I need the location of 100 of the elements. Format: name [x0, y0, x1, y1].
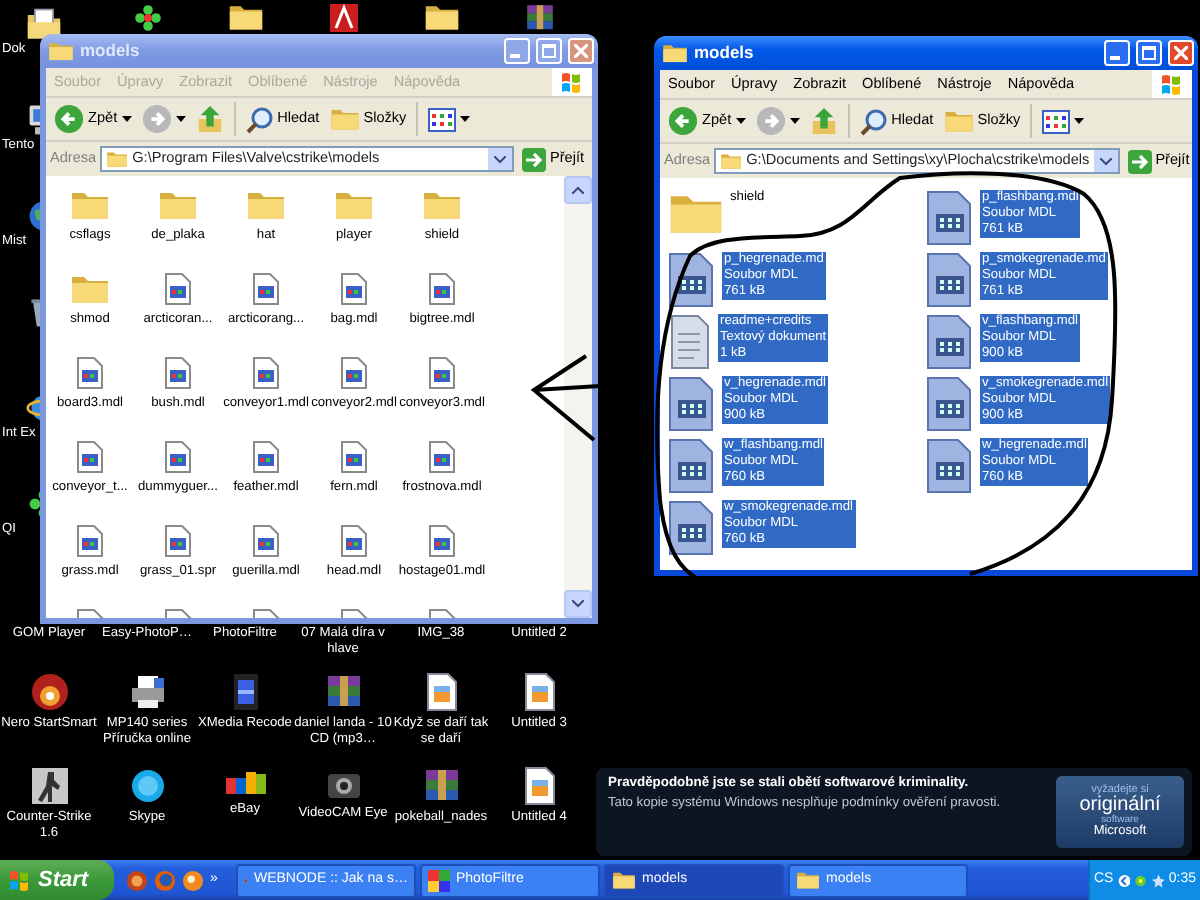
grid-icon	[428, 107, 457, 131]
figure-icon	[29, 766, 69, 806]
file-icon	[428, 524, 456, 558]
file-icon	[252, 272, 280, 306]
window-title: models	[694, 43, 756, 63]
up-arrow-icon	[809, 106, 838, 136]
views-button[interactable]	[1038, 107, 1089, 135]
folder-icon	[70, 272, 110, 306]
round-app-icon	[182, 869, 204, 891]
folder-icon	[720, 152, 743, 170]
caret-icon	[460, 116, 471, 122]
file-icon	[164, 356, 192, 390]
grid-icon	[1042, 109, 1071, 133]
caret-icon	[572, 186, 584, 194]
scroll-down-button[interactable]	[564, 590, 592, 618]
books-icon	[523, 2, 555, 34]
file-icon	[252, 524, 280, 558]
close-icon	[1174, 46, 1188, 60]
title-bar[interactable]: models	[654, 36, 1198, 70]
maximize-icon	[1142, 46, 1156, 60]
flag-icon	[560, 71, 584, 93]
file-icon	[252, 440, 280, 474]
text-file-icon	[668, 314, 712, 370]
folder-icon	[943, 108, 974, 134]
go-arrow-icon	[521, 147, 546, 171]
file-icon	[340, 356, 368, 390]
maximize-button[interactable]	[536, 38, 562, 64]
books-icon	[323, 672, 363, 712]
dropdown-button[interactable]	[487, 148, 512, 170]
file-icon	[926, 376, 974, 432]
grid-icon	[428, 869, 450, 891]
go-arrow-icon	[1127, 149, 1152, 173]
file-icon	[340, 272, 368, 306]
folder-icon	[329, 106, 360, 132]
start-button[interactable]: Start	[0, 860, 114, 900]
caret-icon	[572, 600, 584, 608]
close-button[interactable]	[568, 38, 594, 64]
maximize-icon	[542, 44, 556, 58]
image-file-icon	[521, 766, 557, 806]
document-folder-icon	[26, 6, 62, 42]
flower-icon	[1134, 871, 1148, 889]
file-icon	[428, 356, 456, 390]
image-file-icon	[423, 672, 459, 712]
close-button[interactable]	[1168, 40, 1194, 66]
scrollbar[interactable]	[564, 176, 592, 618]
caret-icon	[1074, 118, 1085, 124]
file-icon	[76, 356, 104, 390]
search-icon	[245, 105, 274, 133]
file-icon	[76, 440, 104, 474]
file-icon	[428, 440, 456, 474]
file-icon	[164, 272, 192, 306]
folder-icon	[796, 870, 820, 890]
folder-icon	[158, 188, 198, 222]
file-icon	[926, 252, 974, 308]
up-arrow-icon	[195, 104, 224, 134]
folder-icon	[422, 188, 462, 222]
star-icon	[1151, 871, 1165, 889]
folder-icon	[662, 42, 688, 64]
file-icon	[926, 190, 974, 246]
file-icon	[668, 438, 716, 494]
caret-icon	[121, 116, 132, 122]
minimize-button[interactable]	[1104, 40, 1130, 66]
minimize-button[interactable]	[504, 38, 530, 64]
folder-icon	[423, 2, 459, 32]
file-icon	[926, 438, 974, 494]
file-icon	[164, 440, 192, 474]
close-icon	[574, 44, 588, 58]
flag-icon	[8, 869, 32, 891]
caret-icon	[175, 116, 186, 122]
badge-text: originální	[1079, 796, 1161, 816]
folder-icon	[334, 188, 374, 222]
chevron-icon	[1117, 871, 1131, 889]
books-icon	[421, 766, 461, 806]
scroll-up-button[interactable]	[564, 176, 592, 204]
folder-icon	[246, 188, 286, 222]
views-button[interactable]	[424, 105, 475, 133]
folder-icon	[70, 188, 110, 222]
app-icon	[327, 2, 359, 34]
folder-icon	[612, 870, 636, 890]
folder-icon	[668, 190, 724, 236]
window-title: models	[80, 41, 142, 61]
file-icon	[926, 314, 974, 370]
maximize-button[interactable]	[1136, 40, 1162, 66]
file-icon	[252, 356, 280, 390]
caret-icon	[1099, 157, 1112, 165]
folder-icon	[48, 40, 74, 62]
cloud-icon	[127, 766, 167, 806]
file-icon	[164, 524, 192, 558]
colored-blocks-icon	[223, 766, 267, 798]
dropdown-button[interactable]	[1093, 150, 1118, 172]
image-file-icon	[521, 672, 557, 712]
printer-icon	[127, 672, 167, 712]
file-icon	[668, 376, 716, 432]
flag-icon	[1160, 73, 1184, 95]
folder-icon	[227, 2, 263, 32]
search-icon	[859, 107, 888, 135]
round-app-icon	[126, 869, 148, 891]
disc-icon	[29, 672, 69, 712]
file-icon	[340, 440, 368, 474]
hand-drawn-arrow	[530, 354, 602, 442]
